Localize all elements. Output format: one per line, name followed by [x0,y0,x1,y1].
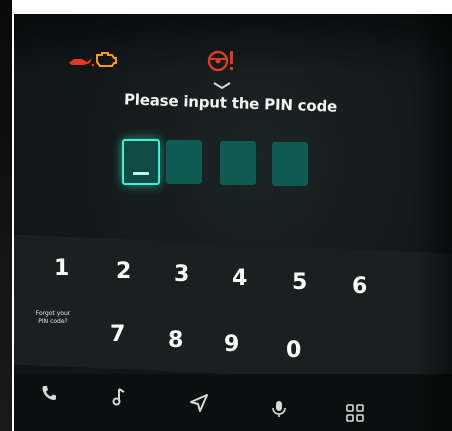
chevron-down-icon[interactable] [213,82,231,90]
forgot-pin-link[interactable]: Forgot your PIN code? [34,310,72,326]
apps-grid-icon [346,404,364,422]
music-button[interactable] [104,382,134,412]
pin-digit-2[interactable] [166,140,202,184]
key-0[interactable]: 0 [286,338,301,363]
key-1[interactable]: 1 [54,256,69,281]
pin-prompt-text: Please input the PIN code [123,90,338,116]
navigation-icon [190,394,208,412]
key-4[interactable]: 4 [232,266,247,291]
photo-frame: Please input the PIN code 1 2 3 4 5 6 Fo… [0,0,452,431]
pin-digit-3[interactable] [220,141,256,185]
oil-pressure-warning-icon [69,58,94,67]
voice-button[interactable] [264,394,294,424]
key-6[interactable]: 6 [352,274,367,299]
pin-digit-4[interactable] [272,142,308,186]
steering-warning-icon [207,50,233,72]
apps-button[interactable] [340,398,370,428]
phone-icon [42,386,56,400]
key-5[interactable]: 5 [292,270,307,295]
music-icon [112,388,125,406]
key-9[interactable]: 9 [224,332,239,357]
pin-digit-1[interactable] [122,139,160,185]
infotainment-screen: Please input the PIN code 1 2 3 4 5 6 Fo… [14,14,452,431]
navigation-button[interactable] [184,388,214,418]
screen-bezel [0,0,12,431]
microphone-icon [272,401,286,417]
check-engine-warning-icon [96,52,117,67]
bottom-nav-bar [14,374,452,431]
phone-button[interactable] [34,378,64,408]
keypad-panel [14,234,452,384]
pin-cursor [133,172,149,175]
key-7[interactable]: 7 [110,322,125,347]
key-8[interactable]: 8 [168,328,183,353]
key-3[interactable]: 3 [174,262,189,287]
key-2[interactable]: 2 [116,259,131,284]
